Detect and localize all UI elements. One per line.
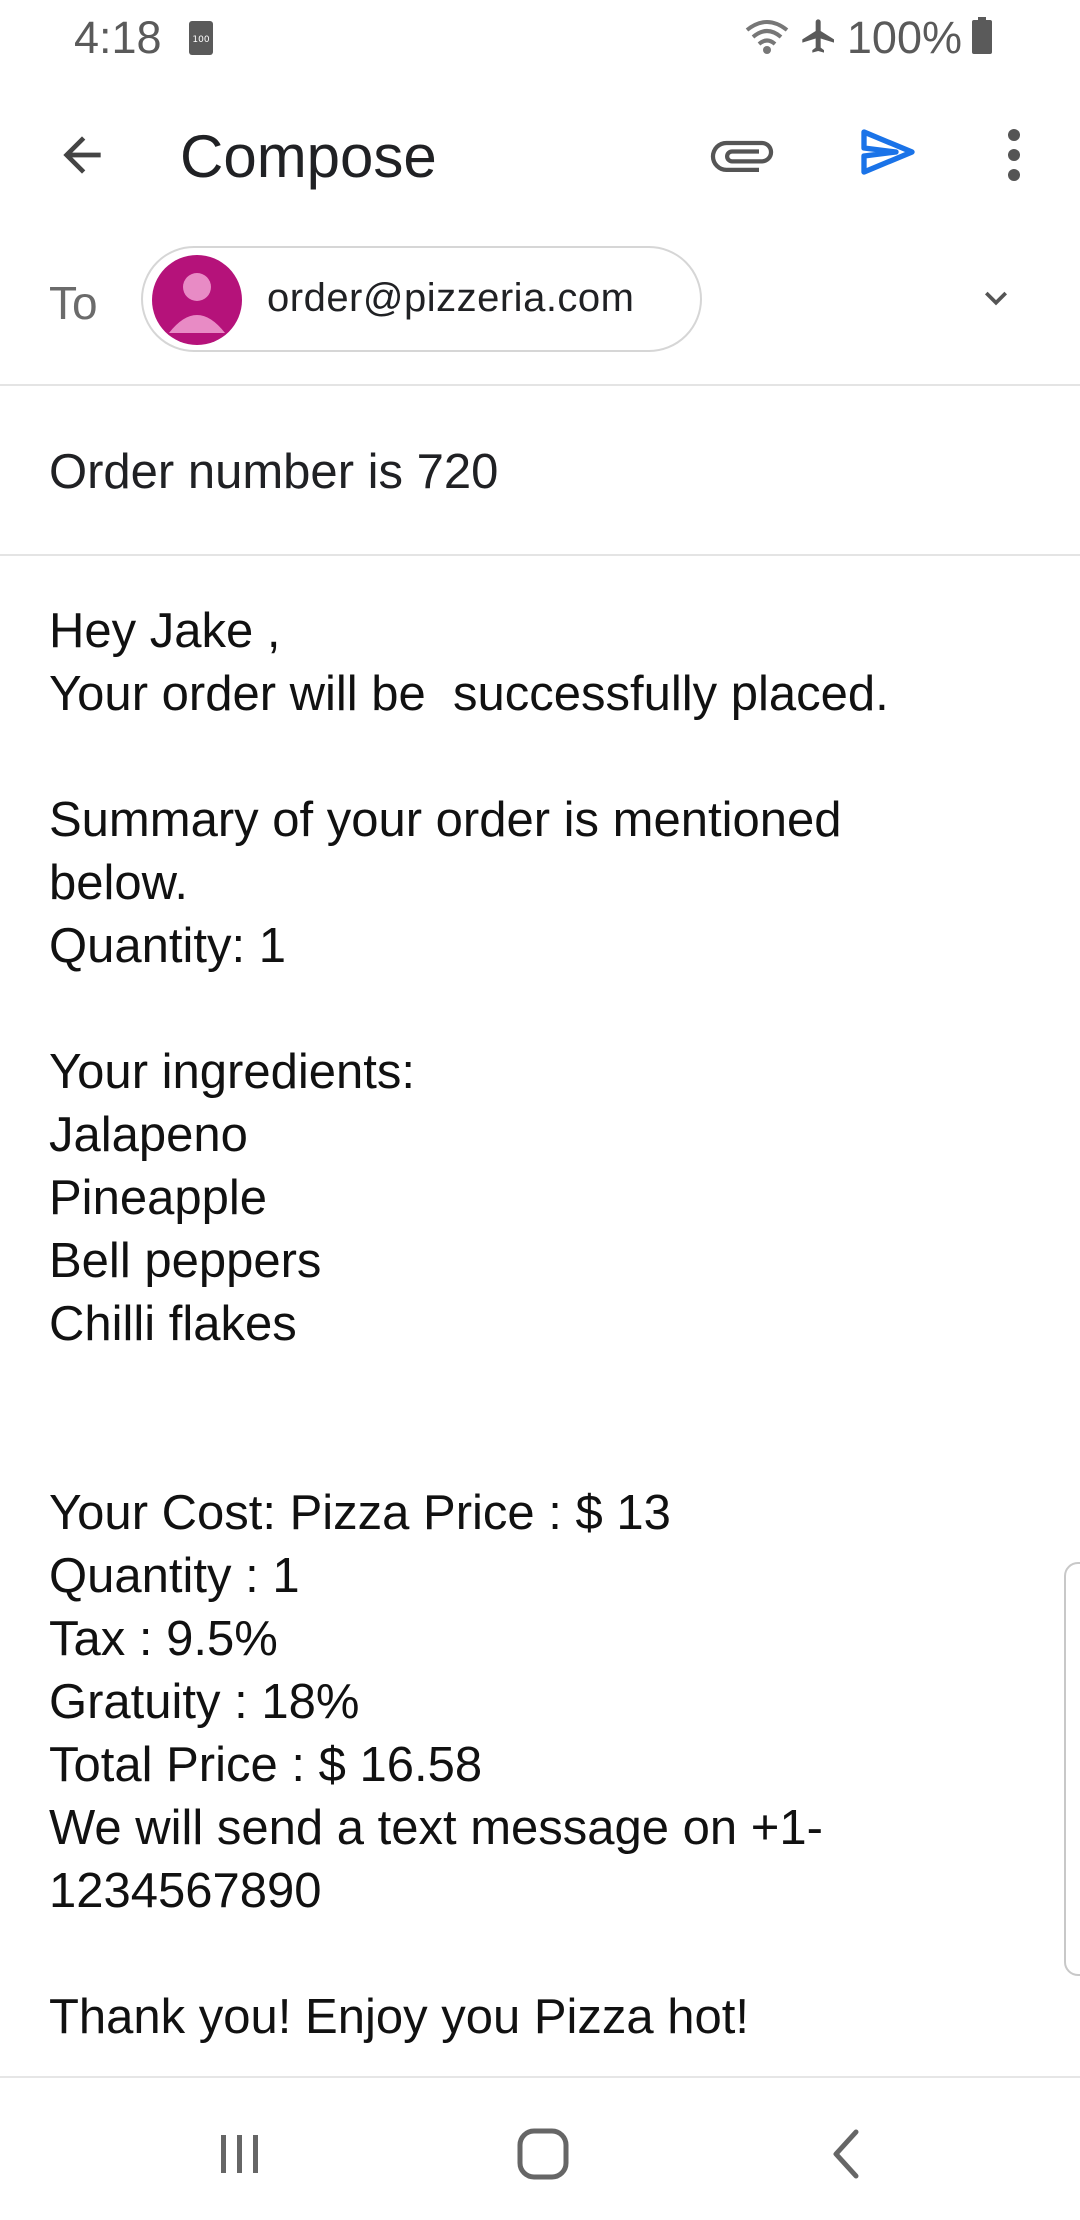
body-line <box>49 978 1009 1041</box>
body-line: Pineapple <box>49 1171 267 1225</box>
back-arrow-icon[interactable] <box>44 117 120 193</box>
recipient-email: order@pizzeria.com <box>267 276 635 320</box>
airplane-mode-icon <box>799 16 839 61</box>
body-line: Your ingredients: <box>49 1045 415 1099</box>
body-line <box>49 1356 1009 1419</box>
body-line <box>49 1419 1009 1482</box>
body-line: Your order will be successfully placed. <box>49 667 889 721</box>
status-time: 4:18 <box>74 12 162 63</box>
body-line: Gratuity : 18% <box>49 1675 360 1729</box>
attach-icon[interactable] <box>704 117 780 193</box>
svg-text:100: 100 <box>192 35 209 45</box>
body-line: Hey Jake , <box>49 604 281 658</box>
to-label: To <box>49 277 98 329</box>
subject-field[interactable]: Order number is 720 <box>0 386 1080 556</box>
navigation-bar <box>0 2076 1080 2220</box>
body-line: Chilli flakes <box>49 1297 297 1351</box>
status-indicators: 100% <box>743 12 994 64</box>
recent-apps-icon[interactable] <box>200 2114 280 2194</box>
body-line: below. <box>49 856 188 910</box>
avatar <box>152 255 242 345</box>
battery-icon <box>970 16 994 61</box>
body-line: Tax : 9.5% <box>49 1612 278 1666</box>
to-row: To order@pizzeria.com <box>0 236 1080 386</box>
body-line: We will send a text message on +1- <box>49 1801 823 1855</box>
send-icon[interactable] <box>848 112 928 192</box>
more-vert-icon[interactable] <box>986 117 1042 193</box>
body-line: Thank you! Enjoy you Pizza hot! <box>49 1990 749 2044</box>
body-line: Quantity : 1 <box>49 1549 300 1603</box>
subject-value: Order number is 720 <box>49 445 499 499</box>
body-line: Jalapeno <box>49 1108 248 1162</box>
chevron-down-icon[interactable] <box>964 266 1028 330</box>
home-icon[interactable] <box>503 2114 583 2194</box>
body-field[interactable]: Hey Jake , Your order will be successful… <box>49 600 1009 2049</box>
scroll-handle[interactable] <box>1064 1562 1080 1976</box>
battery-percent: 100% <box>846 12 962 63</box>
back-icon[interactable] <box>806 2114 886 2194</box>
body-line: Bell peppers <box>49 1234 322 1288</box>
body-line: Your Cost: Pizza Price : $ 13 <box>49 1486 671 1540</box>
status-bar: 4:18 100 100% <box>0 0 1080 76</box>
body-line: 1234567890 <box>49 1864 322 1918</box>
body-line: Quantity: 1 <box>49 919 286 973</box>
body-line: Total Price : $ 16.58 <box>49 1738 483 1792</box>
recipient-chip[interactable]: order@pizzeria.com <box>141 246 702 352</box>
notification-100-icon: 100 <box>188 20 214 56</box>
body-line <box>49 726 1009 789</box>
body-line: Summary of your order is mentioned <box>49 793 842 847</box>
app-bar: Compose <box>0 90 1080 220</box>
body-line <box>49 1923 1009 1986</box>
wifi-icon <box>743 16 791 61</box>
page-title: Compose <box>180 123 437 190</box>
